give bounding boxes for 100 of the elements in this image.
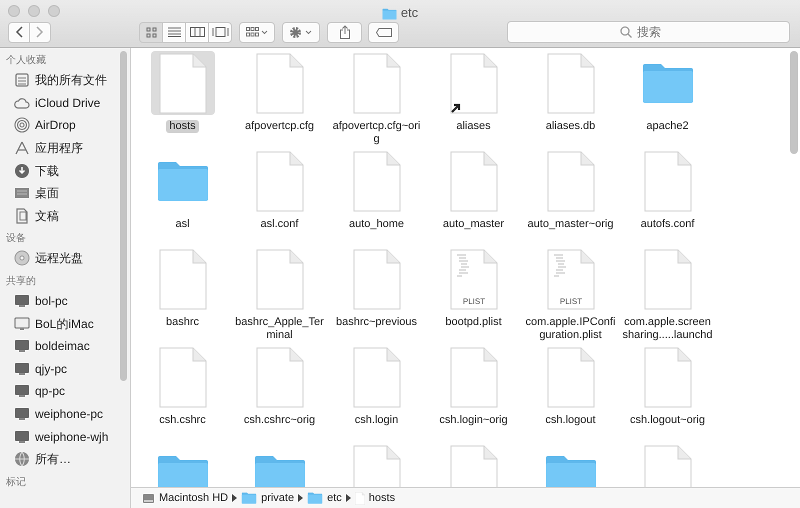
file-stack-icon <box>14 72 30 88</box>
folder-icon <box>640 62 694 104</box>
file-icon-tile[interactable] <box>150 51 214 115</box>
folder-icon <box>307 492 324 504</box>
column-view-button[interactable] <box>185 22 209 42</box>
document-icon <box>158 248 206 310</box>
icon-view-button[interactable] <box>139 22 163 42</box>
sidebar-item[interactable]: 应用程序 <box>6 136 130 160</box>
file-name: afpovertcp.cfg~orig <box>332 120 422 146</box>
columns-icon <box>190 27 204 37</box>
file-name: csh.login <box>354 414 400 427</box>
document-icon <box>450 150 498 212</box>
monitor-icon <box>14 316 30 332</box>
sidebar-item[interactable]: 桌面 <box>6 182 130 205</box>
arrange-button[interactable] <box>239 22 275 42</box>
back-button[interactable] <box>8 22 30 42</box>
tag-button[interactable] <box>368 22 399 42</box>
document-icon <box>256 52 304 114</box>
action-button[interactable] <box>282 22 320 42</box>
file-name: bootpd.plist <box>444 316 503 329</box>
sidebar-item[interactable]: AirDrop <box>6 114 130 137</box>
sidebar-item[interactable]: qjy-pc <box>6 358 130 380</box>
document-icon <box>354 492 365 504</box>
monitor-icon <box>14 383 30 400</box>
path-item[interactable]: hosts <box>354 490 396 506</box>
document-icon <box>158 346 206 408</box>
sidebar-item[interactable]: 文稿 <box>6 204 130 228</box>
monitor-icon <box>14 338 30 354</box>
file-name: csh.logout <box>544 414 597 427</box>
file-name: bashrc_Apple_Terminal <box>234 316 324 342</box>
document-icon <box>352 346 400 408</box>
back-icon <box>15 26 23 38</box>
sidebar-item[interactable]: weiphone-wjh <box>6 425 130 448</box>
file-name: aliases.db <box>544 120 596 133</box>
gear-icon <box>289 26 313 38</box>
folder-icon <box>252 454 306 487</box>
minimize-button[interactable] <box>28 5 40 17</box>
sidebar-item[interactable]: 远程光盘 <box>6 247 130 270</box>
path-item[interactable]: Macintosh HD <box>142 490 228 506</box>
list-view-button[interactable] <box>162 22 186 42</box>
sidebar-item[interactable]: weiphone-pc <box>6 402 130 426</box>
section-heading: 个人收藏 <box>6 54 47 68</box>
arrange-icon <box>246 26 268 38</box>
folder-icon <box>156 160 210 202</box>
sidebar-item[interactable]: bol-pc <box>6 290 130 312</box>
document-icon <box>256 150 304 212</box>
document-icon <box>644 346 692 408</box>
file-name: autofs.conf <box>640 218 696 231</box>
tag-icon <box>376 28 392 36</box>
document-icon <box>158 52 206 114</box>
file-name: csh.logout~orig <box>629 414 706 427</box>
document-icon <box>450 346 498 408</box>
scrollbar-thumb[interactable] <box>790 51 798 154</box>
monitor-icon <box>14 406 30 422</box>
search-field[interactable]: 搜索 <box>507 21 790 43</box>
sidebar-item[interactable]: 我的所有文件 <box>6 69 130 92</box>
list-icon <box>168 27 180 37</box>
path-item[interactable]: private <box>241 490 294 506</box>
file-name: csh.cshrc~orig <box>242 414 316 427</box>
sidebar-item[interactable]: iCloud Drive <box>6 92 130 114</box>
section-heading: 共享的 <box>6 274 37 289</box>
document-icon <box>352 150 400 212</box>
file-name: bashrc <box>164 316 200 329</box>
hard-drive-icon <box>142 492 155 504</box>
gallery-icon <box>212 27 228 37</box>
section-heading: 设备 <box>6 232 27 246</box>
file-name: asl.conf <box>260 218 300 231</box>
monitor-icon <box>14 293 30 310</box>
folder-icon <box>544 454 598 487</box>
zoom-button[interactable] <box>48 5 60 17</box>
file-name: afpovertcp.cfg <box>244 120 316 133</box>
sidebar-item[interactable]: 下载 <box>6 159 130 182</box>
file-name: aliases <box>455 120 492 133</box>
gallery-view-button[interactable] <box>208 22 232 42</box>
share-button[interactable] <box>327 22 362 42</box>
download-icon <box>14 162 30 179</box>
file-icon-tile[interactable]: PLIST <box>538 247 602 311</box>
scrollbar-thumb[interactable] <box>120 51 127 381</box>
sidebar-item[interactable]: 所有… <box>6 448 130 470</box>
share-icon <box>338 25 350 39</box>
document-icon <box>352 52 400 114</box>
document-icon <box>546 346 594 408</box>
file-name: auto_master~orig <box>526 218 614 231</box>
file-name: auto_home <box>348 218 406 231</box>
document-icon <box>256 346 304 408</box>
file-name: apache2 <box>645 120 690 133</box>
document-icon <box>546 52 594 114</box>
forward-icon <box>36 26 44 38</box>
file-icon-tile[interactable]: PLIST <box>442 247 506 311</box>
close-button[interactable] <box>8 5 20 17</box>
path-item[interactable]: etc <box>307 490 342 506</box>
sidebar-item[interactable]: qp-pc <box>6 380 130 403</box>
document-icon <box>546 150 594 212</box>
sidebar-item[interactable]: boldeimac <box>6 334 130 358</box>
folder-icon <box>156 454 210 487</box>
document-icon <box>256 248 304 310</box>
document-icon <box>644 150 692 212</box>
monitor-icon <box>14 428 30 445</box>
sidebar-item[interactable]: BoL的iMac <box>6 312 130 335</box>
alias-document-icon <box>450 52 498 114</box>
